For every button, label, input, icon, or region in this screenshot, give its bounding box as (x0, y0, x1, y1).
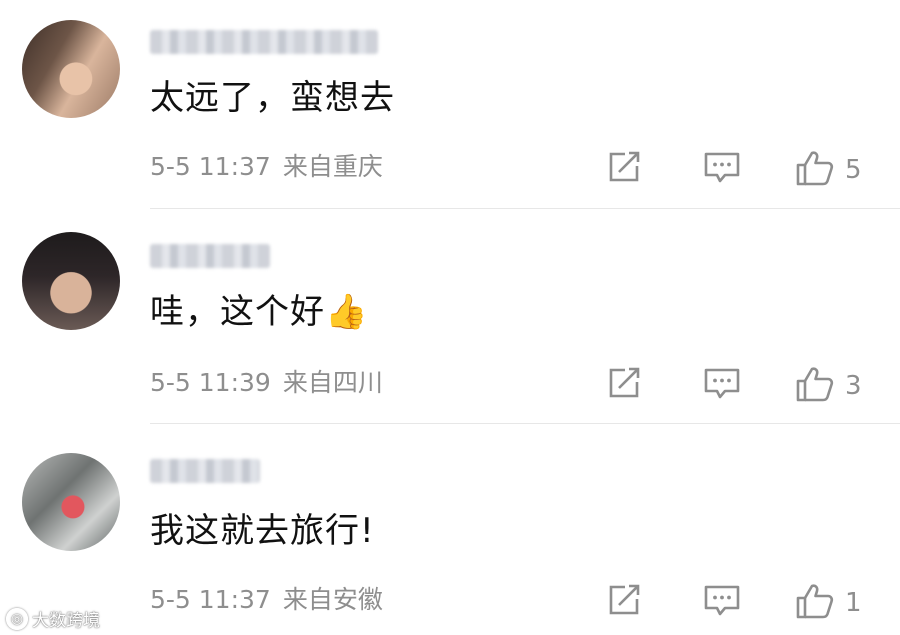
comment-text: 我这就去旅行! (150, 511, 375, 551)
like-count: 1 (845, 588, 862, 618)
like-button[interactable]: 3 (795, 365, 862, 407)
share-icon (605, 149, 643, 189)
comment-text: 哇，这个好👍 (150, 292, 369, 332)
share-button[interactable] (605, 149, 643, 189)
avatar[interactable] (22, 20, 120, 118)
comment-icon (703, 582, 741, 622)
username-blurred[interactable] (150, 459, 260, 483)
thumbs-up-icon (795, 365, 835, 407)
watermark-logo-icon: ◎ (6, 607, 28, 630)
comment-item: 太远了，蛮想去 5-5 11:37 来自重庆 5 (0, 0, 900, 210)
like-button[interactable]: 5 (795, 149, 862, 191)
comment-meta: 5-5 11:39 来自四川 (150, 368, 383, 398)
thumbs-up-icon (795, 149, 835, 191)
avatar[interactable] (22, 453, 120, 551)
comment-icon (703, 149, 741, 189)
comment-meta: 5-5 11:37 来自安徽 (150, 585, 383, 615)
divider (150, 423, 900, 424)
reply-button[interactable] (703, 582, 741, 622)
watermark: ◎ 大数跨境 (6, 606, 100, 631)
like-button[interactable]: 1 (795, 582, 862, 624)
thumbs-up-icon (795, 582, 835, 624)
share-button[interactable] (605, 365, 643, 405)
reply-button[interactable] (703, 149, 741, 189)
comment-time: 5-5 11:37 (150, 152, 271, 181)
share-icon (605, 365, 643, 405)
share-button[interactable] (605, 582, 643, 622)
comment-location: 来自重庆 (282, 152, 383, 181)
comment-time: 5-5 11:39 (150, 368, 271, 397)
username-blurred[interactable] (150, 244, 270, 268)
comment-item: 哇，这个好👍 5-5 11:39 来自四川 3 (0, 210, 900, 425)
watermark-text: 大数跨境 (32, 611, 100, 631)
like-count: 5 (845, 155, 862, 185)
share-icon (605, 582, 643, 622)
comment-item: 我这就去旅行! 5-5 11:37 来自安徽 1 (0, 425, 900, 635)
comment-meta: 5-5 11:37 来自重庆 (150, 152, 383, 182)
divider (150, 208, 900, 209)
username-blurred[interactable] (150, 30, 378, 54)
comment-location: 来自四川 (282, 368, 383, 397)
comment-icon (703, 365, 741, 405)
comment-location: 来自安徽 (282, 585, 383, 614)
comment-text: 太远了，蛮想去 (150, 78, 395, 118)
comment-time: 5-5 11:37 (150, 585, 271, 614)
like-count: 3 (845, 371, 862, 401)
avatar[interactable] (22, 232, 120, 330)
reply-button[interactable] (703, 365, 741, 405)
